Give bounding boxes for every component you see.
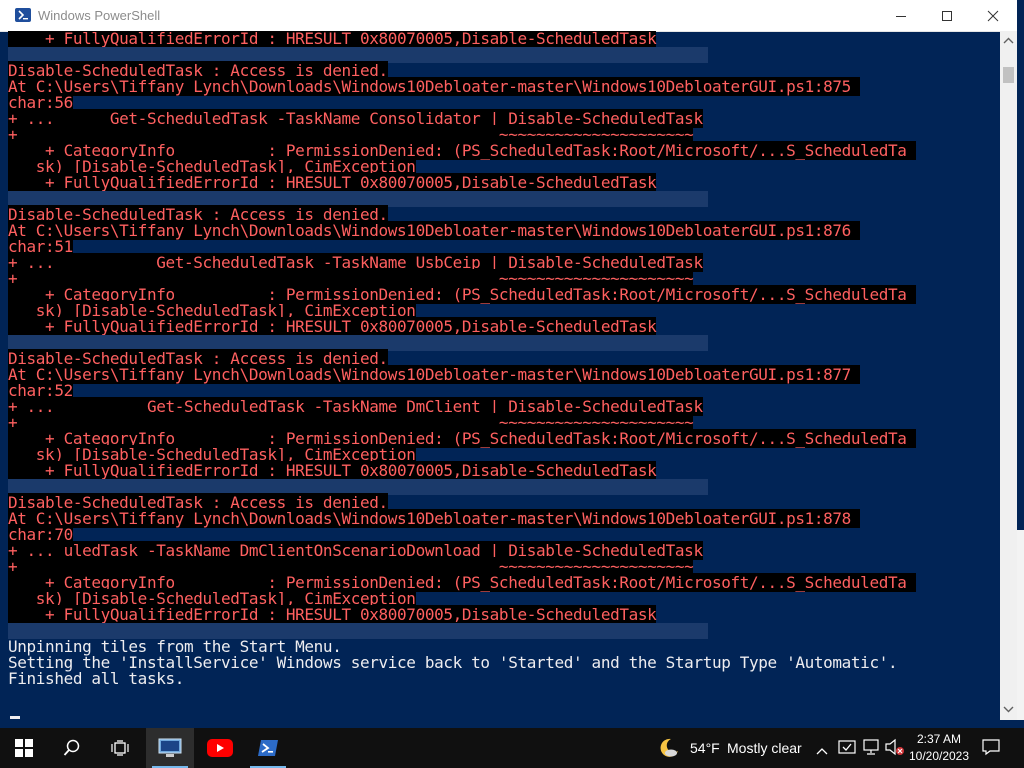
console-line: At C:\Users\Tiffany Lynch\Downloads\Wind… [8,365,861,384]
computer-icon [158,738,182,757]
title-bar[interactable]: Windows PowerShell [0,0,1017,32]
minimize-icon [896,15,906,17]
console-line: + FullyQualifiedErrorId : HRESULT 0x8007… [8,173,657,192]
clock-date[interactable]: 10/20/2023 [906,749,972,763]
search-button[interactable] [48,728,96,768]
console-line: + FullyQualifiedErrorId : HRESULT 0x8007… [8,317,657,336]
powershell-icon [15,8,31,22]
notification-center-button[interactable] [982,738,1000,761]
background-window-edge [1017,530,1024,720]
minimize-button[interactable] [878,0,924,31]
console-line: + FullyQualifiedErrorId : HRESULT 0x8007… [8,31,657,48]
taskbar-app-computer[interactable] [146,728,194,768]
powershell-icon [258,740,278,756]
window-title: Windows PowerShell [38,8,161,23]
weather-temperature[interactable]: 54°F [690,740,720,756]
powershell-window: Windows PowerShell + FullyQualifiedError… [0,0,1017,720]
taskbar-app-youtube[interactable] [196,728,244,768]
console-output[interactable]: + FullyQualifiedErrorId : HRESULT 0x8007… [8,31,1000,720]
search-icon [63,739,80,756]
console-line: Finished all tasks. [8,669,184,688]
scroll-down-icon [1003,706,1014,713]
close-button[interactable] [970,0,1016,31]
windows-logo-icon [15,739,33,757]
security-icon[interactable] [838,738,856,761]
task-view-icon [111,740,129,756]
clock-time[interactable]: 2:37 AM [909,732,969,746]
console-line: + FullyQualifiedErrorId : HRESULT 0x8007… [8,605,657,624]
text-cursor [10,716,20,719]
task-view-button[interactable] [96,728,144,768]
volume-muted-icon[interactable] [884,738,904,761]
console-line: At C:\Users\Tiffany Lynch\Downloads\Wind… [8,77,861,96]
scroll-up-icon [1003,37,1014,44]
vertical-scrollbar[interactable] [1000,31,1017,720]
close-icon [987,10,999,21]
start-button[interactable] [0,728,48,768]
notifications-icon [982,739,1000,756]
scrollbar-thumb[interactable] [1003,67,1014,83]
network-icon[interactable] [862,738,880,761]
weather-moon-icon[interactable] [657,736,681,765]
youtube-icon [207,739,233,757]
maximize-button[interactable] [924,0,970,31]
chevron-up-icon[interactable] [816,742,828,760]
taskbar: 54°F Mostly clear 2:37 AM 10/20/2023 [0,728,1024,768]
console-line: + FullyQualifiedErrorId : HRESULT 0x8007… [8,461,657,480]
console-line: At C:\Users\Tiffany Lynch\Downloads\Wind… [8,221,861,240]
console-line: At C:\Users\Tiffany Lynch\Downloads\Wind… [8,509,861,528]
maximize-icon [942,10,952,21]
weather-condition[interactable]: Mostly clear [727,740,802,756]
taskbar-app-powershell[interactable] [244,728,292,768]
